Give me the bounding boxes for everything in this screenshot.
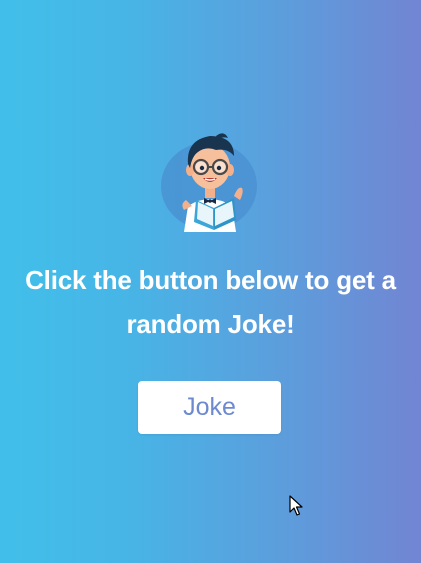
- mouse-pointer-icon: [289, 495, 303, 517]
- headline-line-2: random Joke!: [126, 309, 295, 339]
- joke-button[interactable]: Joke: [138, 381, 281, 434]
- headline-line-1: Click the button below to get a: [25, 265, 396, 295]
- boy-reading-book-icon: [158, 126, 262, 232]
- page-title: Click the button below to get a random J…: [0, 258, 421, 346]
- app-container: Click the button below to get a random J…: [0, 0, 421, 563]
